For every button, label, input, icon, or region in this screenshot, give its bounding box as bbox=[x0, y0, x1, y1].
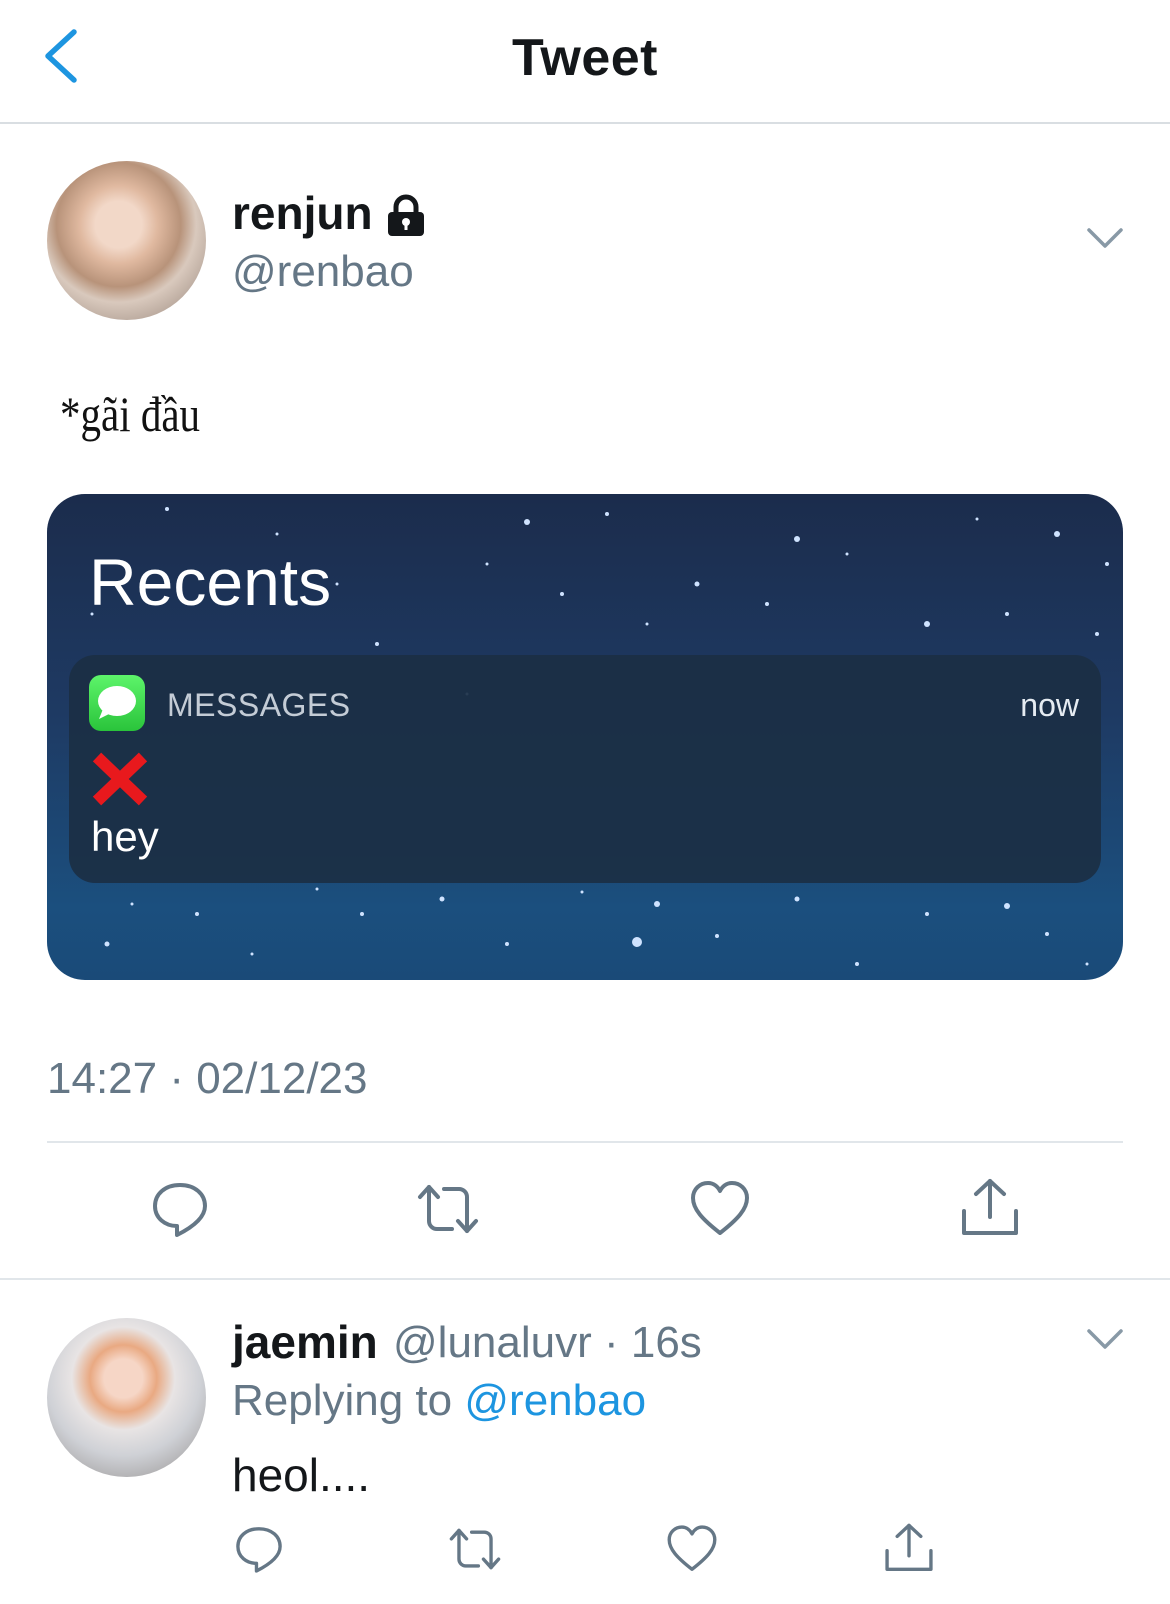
like-icon[interactable] bbox=[665, 1522, 719, 1576]
share-icon[interactable] bbox=[958, 1177, 1022, 1241]
lock-icon bbox=[384, 194, 428, 238]
reply-text: heol.... bbox=[232, 1449, 371, 1501]
messages-icon bbox=[89, 675, 145, 731]
replying-to-label: Replying to bbox=[232, 1376, 453, 1425]
divider bbox=[47, 1141, 1123, 1143]
like-icon[interactable] bbox=[688, 1177, 752, 1241]
reply-author-avatar[interactable] bbox=[47, 1318, 206, 1477]
notification-time: now bbox=[1020, 687, 1079, 723]
replying-to-handle-link[interactable]: @renbao bbox=[464, 1376, 646, 1425]
divider bbox=[0, 1278, 1170, 1280]
reply-icon[interactable] bbox=[232, 1522, 286, 1576]
recents-heading: Recents bbox=[89, 545, 332, 619]
message-notification: MESSAGES now hey bbox=[69, 655, 1101, 883]
page-title: Tweet bbox=[511, 29, 658, 87]
tweet-image[interactable]: Recents MESSAGES now hey bbox=[47, 494, 1123, 980]
notification-app-name: MESSAGES bbox=[167, 687, 351, 723]
more-options-chevron-icon[interactable] bbox=[1086, 224, 1124, 252]
reply-more-options-chevron-icon[interactable] bbox=[1086, 1325, 1124, 1353]
replying-to: Replying to @renbao bbox=[232, 1376, 646, 1426]
author-handle[interactable]: @renbao bbox=[232, 247, 414, 297]
retweet-icon[interactable] bbox=[448, 1522, 502, 1576]
tweet-text: *gãi đầu bbox=[60, 386, 201, 442]
retweet-icon[interactable] bbox=[416, 1177, 480, 1241]
author-avatar[interactable] bbox=[47, 161, 206, 320]
author-name[interactable]: renjun bbox=[232, 186, 373, 240]
notification-body: hey bbox=[91, 813, 159, 860]
reply-author-name[interactable]: jaemin bbox=[232, 1315, 378, 1369]
tweet-timestamp: 14:27 · 02/12/23 bbox=[47, 1054, 368, 1103]
reply-handle-and-time: @lunaluvr · 16s bbox=[393, 1318, 702, 1367]
reply-icon[interactable] bbox=[148, 1177, 212, 1241]
share-icon[interactable] bbox=[882, 1522, 936, 1576]
red-x-icon bbox=[91, 751, 149, 807]
